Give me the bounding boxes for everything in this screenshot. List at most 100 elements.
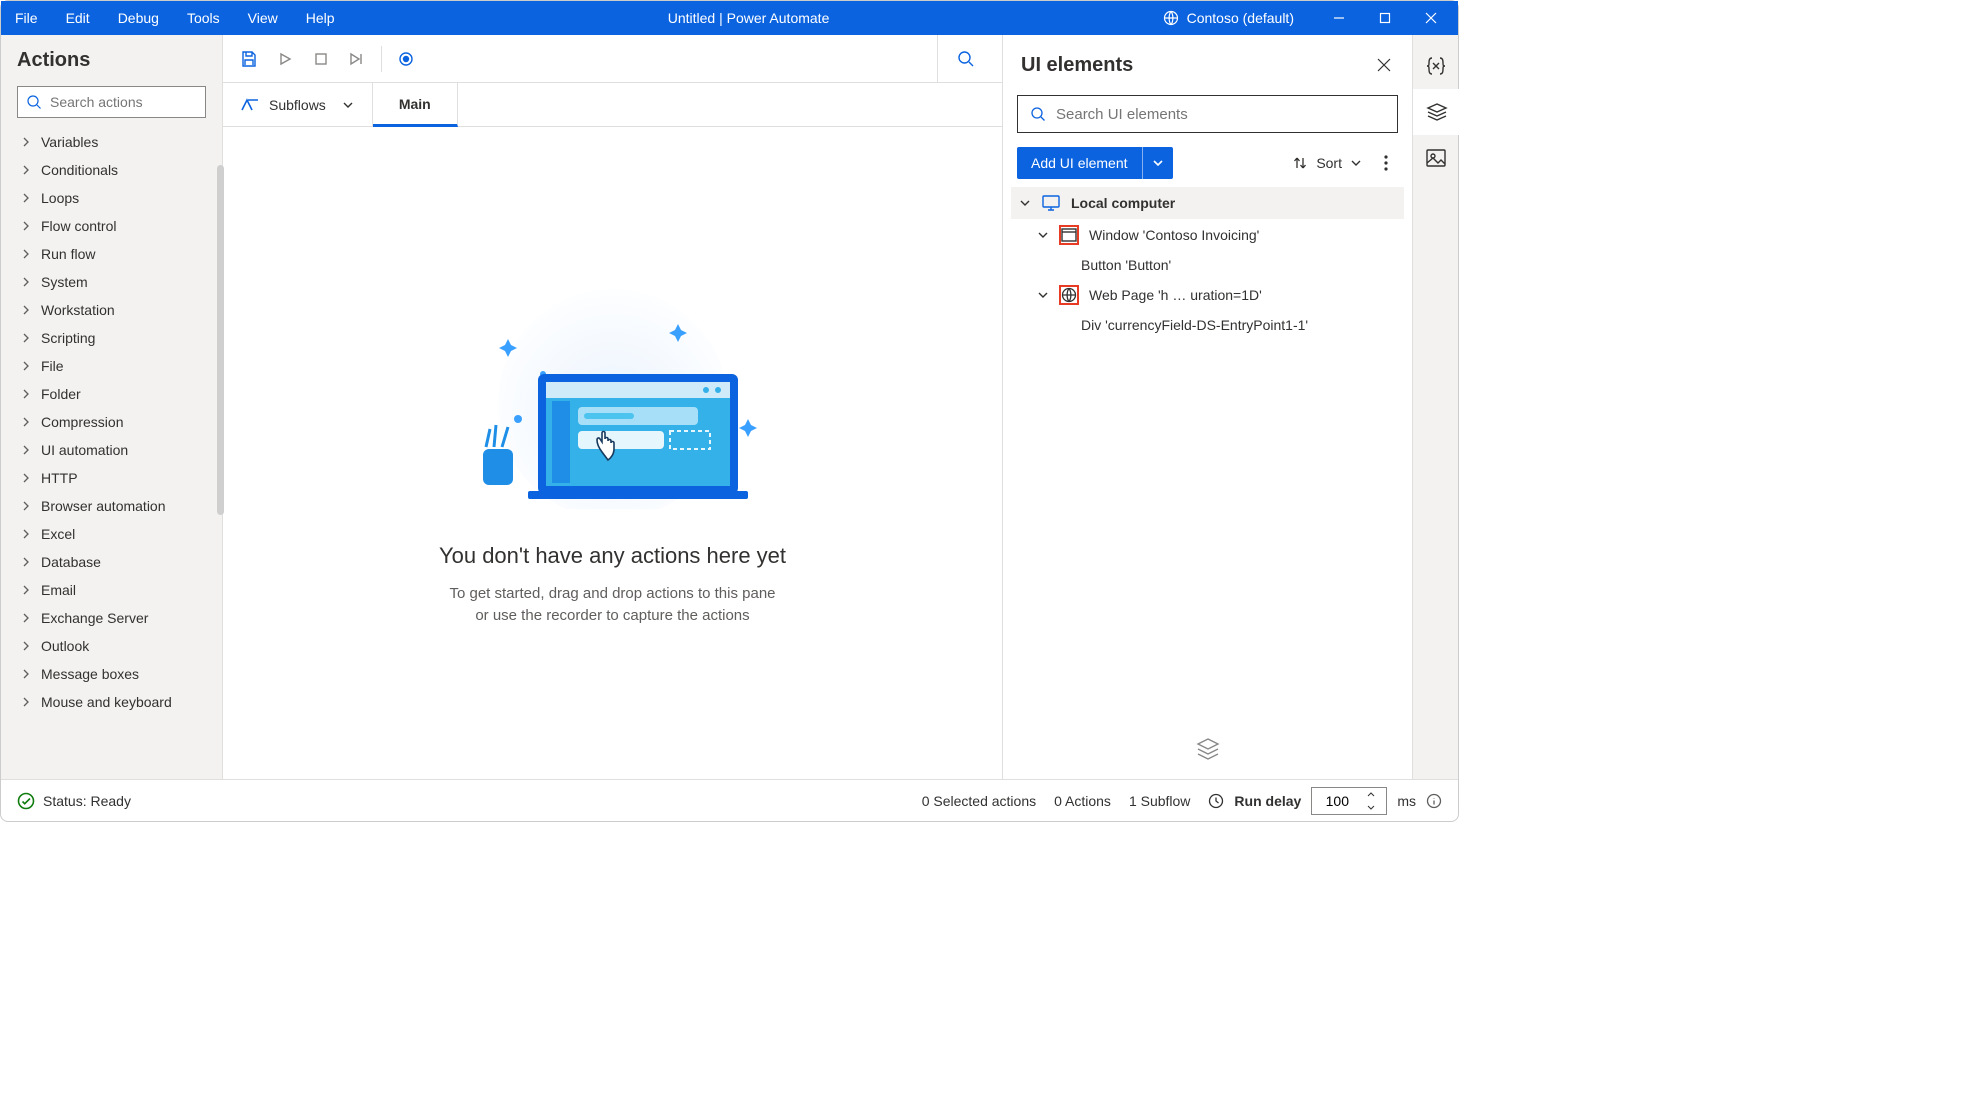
step-button[interactable]: [339, 35, 375, 83]
tree-node-label: Button 'Button': [1081, 257, 1171, 273]
minimize-button[interactable]: [1316, 1, 1362, 35]
clock-icon: [1208, 793, 1224, 809]
ui-elements-search[interactable]: [1017, 95, 1398, 133]
selected-actions-count: 0 Selected actions: [922, 793, 1036, 809]
actions-search-input[interactable]: [50, 94, 231, 110]
actions-category-item[interactable]: Email: [1, 576, 222, 604]
statusbar: Status: Ready 0 Selected actions 0 Actio…: [1, 779, 1458, 821]
actions-category-item[interactable]: Workstation: [1, 296, 222, 324]
close-button[interactable]: [1408, 1, 1454, 35]
tree-node-label: Window 'Contoso Invoicing': [1089, 227, 1259, 243]
chevron-right-icon: [21, 669, 31, 679]
actions-category-item[interactable]: UI automation: [1, 436, 222, 464]
tabs-row: Subflows Main: [223, 83, 1002, 127]
environment-picker[interactable]: Contoso (default): [1149, 1, 1308, 35]
menu-debug[interactable]: Debug: [104, 1, 173, 35]
run-delay-value[interactable]: [1312, 793, 1362, 809]
tree-node-window[interactable]: Window 'Contoso Invoicing': [1011, 219, 1404, 251]
spin-up-button[interactable]: [1362, 787, 1380, 801]
actions-category-item[interactable]: Run flow: [1, 240, 222, 268]
actions-category-item[interactable]: Scripting: [1, 324, 222, 352]
actions-category-item[interactable]: Browser automation: [1, 492, 222, 520]
actions-category-item[interactable]: Database: [1, 548, 222, 576]
tab-main[interactable]: Main: [373, 83, 458, 127]
actions-category-label: Loops: [41, 190, 79, 206]
rail-images-button[interactable]: [1413, 135, 1459, 181]
tree-node-div[interactable]: Div 'currencyField-DS-EntryPoint1-1': [1011, 311, 1404, 339]
run-delay-input[interactable]: [1311, 787, 1387, 815]
actions-category-item[interactable]: Folder: [1, 380, 222, 408]
actions-category-item[interactable]: Loops: [1, 184, 222, 212]
menu-file[interactable]: File: [1, 1, 52, 35]
recorder-button[interactable]: [388, 35, 424, 83]
rail-ui-elements-button[interactable]: [1413, 89, 1459, 135]
titlebar: File Edit Debug Tools View Help Untitled…: [1, 1, 1458, 35]
menu-view[interactable]: View: [234, 1, 292, 35]
ui-elements-tree: Local computer Window 'Contoso Invoicing…: [1003, 187, 1412, 719]
info-icon[interactable]: [1426, 793, 1442, 809]
sort-button[interactable]: Sort: [1288, 149, 1366, 177]
empty-state-heading: You don't have any actions here yet: [439, 543, 786, 569]
actions-category-item[interactable]: Mouse and keyboard: [1, 688, 222, 716]
ui-panel-footer: [1003, 719, 1412, 779]
tree-node-button[interactable]: Button 'Button': [1011, 251, 1404, 279]
chevron-right-icon: [21, 473, 31, 483]
spin-down-button[interactable]: [1362, 801, 1380, 815]
add-ui-element-dropdown[interactable]: [1143, 147, 1173, 179]
actions-heading: Actions: [1, 35, 222, 86]
menu-help[interactable]: Help: [292, 1, 349, 35]
status-text: Status: Ready: [43, 793, 131, 809]
actions-category-item[interactable]: HTTP: [1, 464, 222, 492]
chevron-down-icon: [1019, 197, 1031, 209]
menu-edit[interactable]: Edit: [52, 1, 104, 35]
subflows-dropdown[interactable]: Subflows: [223, 83, 373, 126]
actions-category-item[interactable]: Exchange Server: [1, 604, 222, 632]
actions-category-item[interactable]: Message boxes: [1, 660, 222, 688]
actions-category-label: File: [41, 358, 64, 374]
stop-button[interactable]: [303, 35, 339, 83]
tree-node-webpage[interactable]: Web Page 'h … uration=1D': [1011, 279, 1404, 311]
actions-category-label: Browser automation: [41, 498, 166, 514]
chevron-right-icon: [21, 445, 31, 455]
maximize-button[interactable]: [1362, 1, 1408, 35]
chevron-right-icon: [21, 389, 31, 399]
add-ui-element-button[interactable]: Add UI element: [1017, 147, 1173, 179]
actions-category-item[interactable]: Outlook: [1, 632, 222, 660]
actions-category-item[interactable]: System: [1, 268, 222, 296]
close-panel-button[interactable]: [1368, 49, 1400, 81]
actions-category-label: Variables: [41, 134, 98, 150]
actions-category-item[interactable]: Compression: [1, 408, 222, 436]
window-title: Untitled | Power Automate: [349, 10, 1149, 26]
search-icon: [1030, 106, 1046, 122]
menu-tools[interactable]: Tools: [173, 1, 234, 35]
actions-category-item[interactable]: Excel: [1, 520, 222, 548]
actions-category-item[interactable]: Variables: [1, 128, 222, 156]
subflows-label: Subflows: [269, 97, 326, 113]
ui-elements-panel: UI elements Add UI element: [1002, 35, 1412, 779]
monitor-icon: [1041, 193, 1061, 213]
chevron-down-icon: [1350, 157, 1362, 169]
tree-node-local-computer[interactable]: Local computer: [1011, 187, 1404, 219]
actions-category-item[interactable]: File: [1, 352, 222, 380]
rail-variables-button[interactable]: [1413, 43, 1459, 89]
ui-elements-search-input[interactable]: [1056, 106, 1385, 123]
actions-category-label: Scripting: [41, 330, 95, 346]
chevron-right-icon: [21, 333, 31, 343]
actions-category-item[interactable]: Conditionals: [1, 156, 222, 184]
globe-icon: [1059, 285, 1079, 305]
save-button[interactable]: [231, 35, 267, 83]
tree-node-label: Div 'currencyField-DS-EntryPoint1-1': [1081, 317, 1308, 333]
actions-category-item[interactable]: Flow control: [1, 212, 222, 240]
actions-category-list: Variables Conditionals Loops Flow controlRu…: [1, 128, 222, 724]
scrollbar-thumb[interactable]: [217, 165, 224, 515]
actions-panel: Actions Variables Conditionals Loops Flow c…: [1, 35, 223, 779]
right-rail: [1412, 35, 1458, 779]
actions-category-label: Email: [41, 582, 76, 598]
chevron-down-icon: [342, 99, 354, 111]
run-button[interactable]: [267, 35, 303, 83]
globe-icon: [1163, 10, 1179, 26]
actions-search[interactable]: [17, 86, 206, 118]
layers-icon: [1194, 735, 1222, 763]
more-options-button[interactable]: [1374, 149, 1398, 177]
canvas-search-button[interactable]: [938, 35, 994, 83]
